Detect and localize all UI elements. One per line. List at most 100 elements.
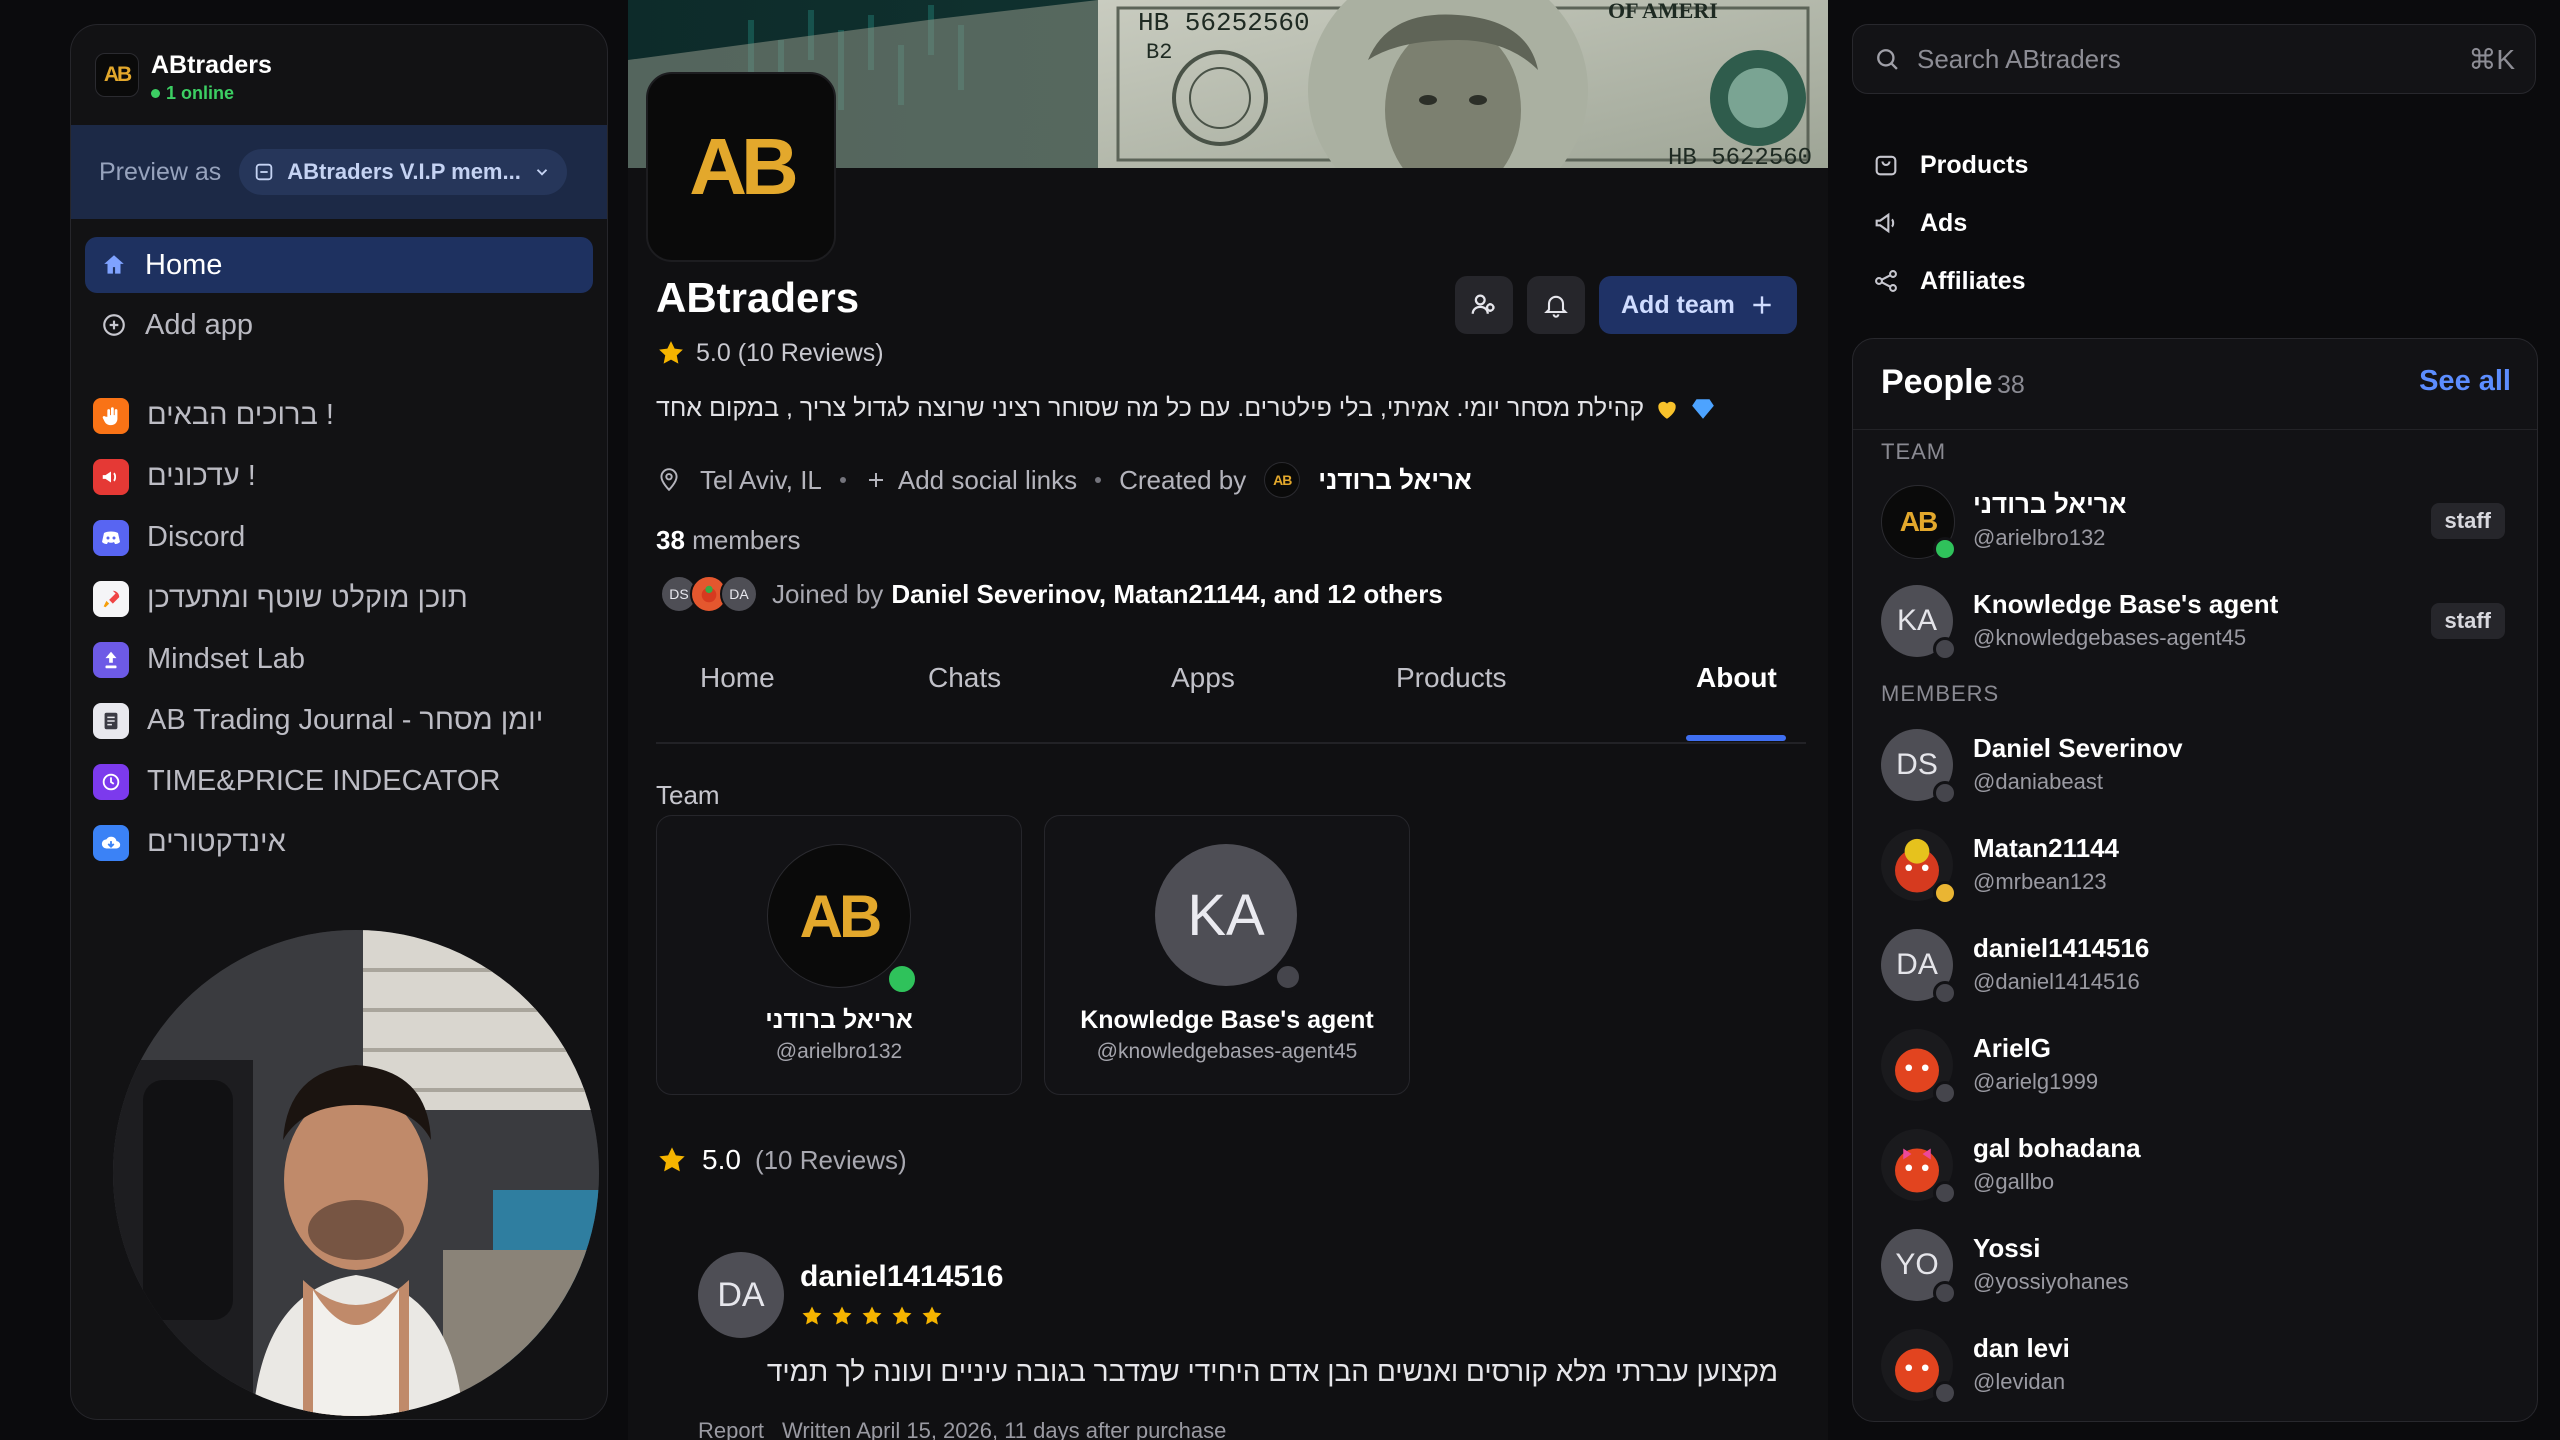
megaphone-icon [93,458,129,495]
right-panel: Search ABtraders ⌘K Products Ads Affilia… [1848,0,2560,1440]
person-row[interactable]: YO Yossi @yossiyohanes [1881,1229,2511,1309]
app-item-updates[interactable]: עדכונים ! [93,446,593,507]
plus-icon [864,468,888,492]
search-shortcut: ⌘K [2468,43,2515,75]
users-settings-icon [1469,290,1499,320]
app-item-time-price-indicator[interactable]: TIME&PRICE INDECATOR [93,751,593,812]
add-team-label: Add team [1621,290,1735,319]
reviews-summary: 5.0 (10 Reviews) [656,1144,907,1176]
tab-apps[interactable]: Apps [1171,662,1235,742]
staff-badge: staff [2430,603,2505,639]
sidebar-item-add-app[interactable]: Add app [85,297,593,353]
separator-dot [839,477,846,483]
person-row[interactable]: Matan21144 @mrbean123 [1881,829,2511,909]
app-item-mindset-lab[interactable]: Mindset Lab [93,629,593,690]
quick-link-affiliates[interactable]: Affiliates [1872,252,2028,310]
hub-rating[interactable]: 5.0 (10 Reviews) [656,338,884,368]
person-handle: @daniel1414516 [1973,969,2140,994]
app-item-trading-journal[interactable]: AB Trading Journal - יומן מסחר [93,690,593,751]
sidebar-item-label: Home [145,248,223,281]
plus-icon [1749,292,1775,318]
report-link[interactable]: Report [698,1418,764,1440]
star-icon [920,1304,944,1328]
idle-status-dot [1933,881,1957,905]
app-item-recorded-content[interactable]: תוכן מוקלט שוטף ומתעדכן [93,568,593,629]
preview-as-value: ABtraders V.I.P mem... [287,159,521,184]
app-item-discord[interactable]: Discord [93,507,593,568]
person-row[interactable]: dan levi @levidan [1881,1329,2511,1409]
hub-location: Tel Aviv, IL [700,464,822,495]
team-group-label: TEAM [1881,439,1947,464]
app-item-label: עדכונים ! [147,460,256,492]
star-icon [656,1144,688,1176]
online-status-dot [885,962,919,996]
hub-description-text: קהילת מסחר יומי. אמיתי, בלי פילטרים. עם … [656,394,1645,422]
diamond-icon [1690,396,1716,422]
search-bar[interactable]: Search ABtraders ⌘K [1852,24,2536,94]
discord-icon [93,519,129,556]
preview-as-select[interactable]: ABtraders V.I.P mem... [239,149,567,195]
tab-about[interactable]: About [1696,662,1777,742]
team-card[interactable]: KA Knowledge Base's agent @knowledgebase… [1044,815,1410,1095]
team-card[interactable]: AB אריאל ברודני @arielbro132 [656,815,1022,1095]
wave-hand-icon [93,397,129,434]
reviewer-name[interactable]: daniel1414516 [800,1260,1003,1294]
person-row[interactable]: ArielG @arielg1999 [1881,1029,2511,1109]
person-handle: @yossiyohanes [1973,1269,2129,1294]
people-panel: People 38 See all TEAM AB אריאל ברודני @… [1852,338,2538,1422]
creator-avatar: AB [1264,462,1301,498]
app-item-label: ברוכים הבאים ! [147,399,334,431]
person-name: Daniel Severinov [1973,733,2183,763]
person-name: Matan21144 [1973,833,2119,863]
quick-link-products[interactable]: Products [1872,136,2028,194]
people-title: People [1881,363,1993,401]
app-item-label: Discord [147,521,246,553]
banner-bill-text: OF AMERI [1608,0,1718,23]
star-icon [830,1304,854,1328]
hub-members-count: 38 members [656,525,801,556]
manage-members-button[interactable] [1455,276,1513,334]
workspace-header[interactable]: AB ABtraders 1 online [71,25,607,125]
quick-link-ads[interactable]: Ads [1872,194,2028,252]
add-social-links-button[interactable]: Add social links [864,465,1077,496]
search-placeholder: Search ABtraders [1917,43,2121,74]
tab-label: About [1696,662,1777,693]
joined-by-row[interactable]: DS DA Joined by Daniel Severinov, Matan2… [660,575,1443,613]
person-handle: @levidan [1973,1369,2066,1394]
members-count-label: members [692,525,801,555]
person-name: ArielG [1973,1033,2052,1063]
sidebar-item-home[interactable]: Home [85,237,593,293]
creator-name[interactable]: אריאל ברודני [1318,465,1472,496]
separator-dot [1095,477,1102,483]
people-header: People 38 See all [1853,339,2537,430]
tab-home[interactable]: Home [700,662,775,742]
review-date: Written April 15, 2026, 11 days after pu… [782,1418,1227,1440]
star-icon [890,1304,914,1328]
see-all-link[interactable]: See all [2419,365,2511,398]
team-member-name: Knowledge Base's agent [1080,1006,1374,1034]
notifications-button[interactable] [1527,276,1585,334]
app-item-welcome[interactable]: ברוכים הבאים ! [93,385,593,446]
workspace-logo: AB [95,53,139,97]
hub-rating-text: 5.0 (10 Reviews) [696,338,884,367]
app-item-indicators[interactable]: אינדקטורים [93,812,593,873]
share-network-icon [1872,267,1900,295]
tab-chats[interactable]: Chats [928,662,1001,742]
members-count-value: 38 [656,525,685,555]
person-row[interactable]: gal bohadana @gallbo [1881,1129,2511,1209]
online-dot-icon [151,89,160,98]
person-row[interactable]: AB אריאל ברודני @arielbro132 staff [1881,485,2511,565]
person-row[interactable]: KA Knowledge Base's agent @knowledgebase… [1881,585,2511,665]
person-row[interactable]: DA daniel1414516 @daniel1414516 [1881,929,2511,1009]
created-by-label: Created by [1119,464,1247,495]
add-team-button[interactable]: Add team [1599,276,1797,334]
quick-link-label: Ads [1920,208,1968,237]
review-stars [800,1304,944,1328]
tab-products[interactable]: Products [1396,662,1507,742]
person-row[interactable]: DS Daniel Severinov @daniabeast [1881,729,2511,809]
hub-meta-row: Tel Aviv, IL Add social links Created by… [656,462,1472,498]
chevron-down-icon [533,163,551,181]
person-handle: @arielg1999 [1973,1069,2099,1094]
quick-link-label: Products [1920,150,2029,179]
review-count: (10 Reviews) [754,1144,907,1175]
